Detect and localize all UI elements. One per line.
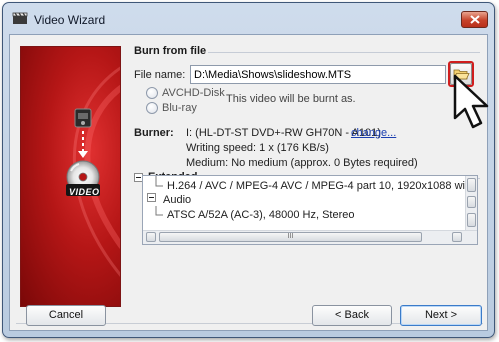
horizontal-scroll-thumb[interactable]: III	[159, 232, 422, 242]
medium-status: Medium: No medium (approx. 0 Bytes requi…	[186, 157, 418, 169]
horizontal-scroll-left[interactable]	[146, 232, 156, 242]
vertical-scroll-up[interactable]	[467, 178, 476, 192]
next-button[interactable]: Next >	[400, 305, 482, 326]
clapperboard-icon	[12, 12, 28, 24]
burn-section-heading: Burn from file	[134, 45, 207, 57]
window-title: Video Wizard	[34, 13, 106, 27]
disc-burn-illustration	[66, 66, 120, 277]
title-bar: Video Wizard	[3, 3, 494, 35]
avchd-radio[interactable]	[146, 87, 158, 99]
wizard-illustration: VIDEO	[20, 46, 121, 307]
extended-details-tree[interactable]: H.264 / AVC / MPEG-4 AVC / MPEG-4 part 1…	[142, 175, 478, 245]
video-badge-text: VIDEO	[69, 187, 100, 197]
avchd-label: AVCHD-Disk	[162, 87, 225, 99]
horizontal-scroll-right[interactable]	[452, 232, 462, 242]
file-name-input[interactable]	[190, 65, 446, 84]
burner-label: Burner:	[134, 127, 174, 139]
tree-row-audio-codec[interactable]: ATSC A/52A (AC-3), 48000 Hz, Stereo	[167, 209, 355, 221]
video-wizard-window: Video Wizard VIDEO Burn from file File n…	[2, 2, 495, 338]
cancel-button[interactable]: Cancel	[26, 305, 106, 326]
tree-row-video-codec[interactable]: H.264 / AVC / MPEG-4 AVC / MPEG-4 part 1…	[167, 180, 477, 192]
vertical-scrollbar[interactable]	[465, 176, 477, 230]
mouse-pointer-icon	[453, 74, 489, 129]
writing-speed: Writing speed: 1 x (176 KB/s)	[186, 142, 329, 154]
section-divider	[208, 52, 480, 53]
file-name-label: File name:	[134, 69, 186, 81]
vertical-scroll-thumb[interactable]	[467, 196, 476, 208]
bluray-radio[interactable]	[146, 102, 158, 114]
tree-row-audio[interactable]: Audio	[163, 194, 191, 206]
change-burner-link[interactable]: change...	[351, 127, 396, 139]
camera-icon	[74, 108, 92, 128]
wizard-client-area: VIDEO Burn from file File name: AVCHD-Di…	[9, 34, 488, 331]
vertical-scroll-down[interactable]	[467, 213, 476, 227]
format-note: This video will be burnt as.	[226, 93, 356, 105]
back-button[interactable]: < Back	[312, 305, 392, 326]
close-button[interactable]	[461, 11, 488, 28]
close-icon	[470, 15, 480, 24]
horizontal-scrollbar[interactable]: III	[143, 230, 477, 244]
bluray-label: Blu-ray	[162, 102, 197, 114]
